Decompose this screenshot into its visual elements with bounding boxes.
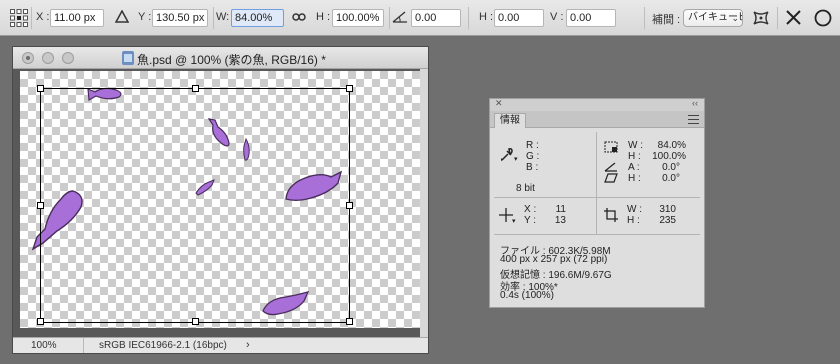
angle-input[interactable]: 0.00 xyxy=(411,9,461,27)
width-input[interactable]: 84.00% xyxy=(231,9,284,27)
zoom-level[interactable]: 100% xyxy=(31,340,57,351)
r-label: R : xyxy=(526,140,539,151)
bit-depth: 8 bit xyxy=(516,183,535,194)
chevron-down-icon[interactable]: ▾ xyxy=(514,155,518,163)
chevron-down-icon: ⌄ xyxy=(731,13,739,23)
x-label: X : xyxy=(36,11,50,23)
document-title: 魚.psd @ 100% (紫の魚, RGB/16) * xyxy=(137,53,326,67)
divider xyxy=(596,132,597,234)
selection-size-icon xyxy=(603,207,619,226)
info-panel: ✕ ‹‹ 情報 ▾ R : G : B : 8 bit W : H : A : … xyxy=(489,98,705,308)
transform-bounding-box[interactable] xyxy=(37,85,353,325)
transform-hs-label: H : xyxy=(628,173,641,184)
transform-w-label: W : xyxy=(628,140,643,151)
y-value: 13 xyxy=(554,215,566,226)
link-icon[interactable] xyxy=(292,12,306,25)
collapse-icon[interactable]: ‹‹ xyxy=(692,98,698,108)
size-h-label: H : xyxy=(627,215,640,226)
close-window-button[interactable] xyxy=(22,52,34,64)
transform-handle-bottom-left[interactable] xyxy=(37,318,44,325)
x-value: 11 xyxy=(555,204,566,215)
x-input[interactable]: 11.00 px xyxy=(50,9,104,27)
transparent-canvas[interactable] xyxy=(20,71,420,328)
size-h-value: 235 xyxy=(659,215,676,226)
close-icon[interactable]: ✕ xyxy=(495,98,503,109)
h-label: H : xyxy=(316,11,331,23)
angle-icon xyxy=(392,10,408,27)
skew-v-label: V : xyxy=(550,11,564,23)
transform-handle-bottom[interactable] xyxy=(192,318,199,325)
status-timing: 0.4s (100%) xyxy=(500,290,554,301)
divider xyxy=(494,197,700,198)
separator xyxy=(468,7,469,29)
transform-hs-value: 0.0° xyxy=(662,173,680,184)
transform-handle-right[interactable] xyxy=(346,202,353,209)
separator xyxy=(777,7,778,29)
canvas-area[interactable] xyxy=(13,69,428,337)
panel-menu-icon[interactable] xyxy=(688,115,699,124)
separator xyxy=(31,7,32,29)
separator xyxy=(83,338,84,353)
options-bar: X : 11.00 px Y : 130.50 px W: 84.00% H :… xyxy=(0,0,840,36)
y-input[interactable]: 130.50 px xyxy=(152,9,208,27)
transform-h-label: H : xyxy=(628,151,641,162)
document-title-bar[interactable]: 魚.psd @ 100% (紫の魚, RGB/16) * xyxy=(13,47,428,69)
chevron-down-icon[interactable]: ▾ xyxy=(512,217,516,225)
separator xyxy=(389,7,390,29)
size-w-label: W : xyxy=(627,204,642,215)
g-label: G : xyxy=(526,151,540,162)
separator xyxy=(644,7,645,29)
delta-icon[interactable] xyxy=(114,9,130,27)
height-input[interactable]: 100.00% xyxy=(332,9,384,27)
transform-handle-bottom-right[interactable] xyxy=(346,318,353,325)
transform-scale-icon xyxy=(604,141,618,156)
vertical-scrollbar[interactable] xyxy=(420,69,428,337)
panel-tab-bar: 情報 xyxy=(490,111,704,128)
b-label: B : xyxy=(526,162,539,173)
tab-info[interactable]: 情報 xyxy=(494,113,526,128)
interpolation-select[interactable]: バイキュービッ… ⌄ xyxy=(683,9,743,27)
transform-handle-top-right[interactable] xyxy=(346,85,353,92)
zoom-window-button[interactable] xyxy=(62,52,74,64)
eyedropper-icon xyxy=(499,147,513,166)
w-label: W: xyxy=(216,11,230,23)
warp-icon[interactable] xyxy=(751,8,771,31)
commit-icon[interactable] xyxy=(814,9,832,30)
skew-icon xyxy=(604,173,618,186)
document-window: 魚.psd @ 100% (紫の魚, RGB/16) * 100% sRGB I… xyxy=(12,46,429,354)
divider xyxy=(494,234,700,235)
document-status-bar: 100% sRGB IEC61966-2.1 (16bpc) › xyxy=(13,337,428,353)
transform-handle-left[interactable] xyxy=(37,202,44,209)
transform-h-value: 100.0% xyxy=(652,151,686,162)
panel-header[interactable]: ✕ ‹‹ xyxy=(490,98,704,111)
transform-handle-top[interactable] xyxy=(192,85,199,92)
transform-w-value: 84.0% xyxy=(657,140,686,151)
size-w-value: 310 xyxy=(659,204,676,215)
transform-a-value: 0.0° xyxy=(662,162,680,173)
color-profile: sRGB IEC61966-2.1 (16bpc) xyxy=(99,340,227,351)
reference-point-grid-icon[interactable] xyxy=(10,9,28,30)
y-label: Y : xyxy=(524,215,537,226)
minimize-window-button[interactable] xyxy=(42,52,54,64)
status-dimensions: 400 px x 257 px (72 ppi) xyxy=(500,254,608,265)
y-label: Y : xyxy=(138,11,152,23)
transform-handle-top-left[interactable] xyxy=(37,85,44,92)
separator xyxy=(213,7,214,29)
skew-v-input[interactable]: 0.00 xyxy=(566,9,616,27)
skew-h-input[interactable]: 0.00 xyxy=(494,9,544,27)
status-menu-arrow[interactable]: › xyxy=(246,339,250,351)
psd-file-icon xyxy=(122,51,134,65)
interpolation-label: 補間 : xyxy=(652,14,681,26)
x-label: X : xyxy=(524,204,537,215)
transform-a-label: A : xyxy=(628,162,640,173)
skew-h-label: H : xyxy=(479,11,494,23)
cancel-icon[interactable] xyxy=(785,9,802,29)
